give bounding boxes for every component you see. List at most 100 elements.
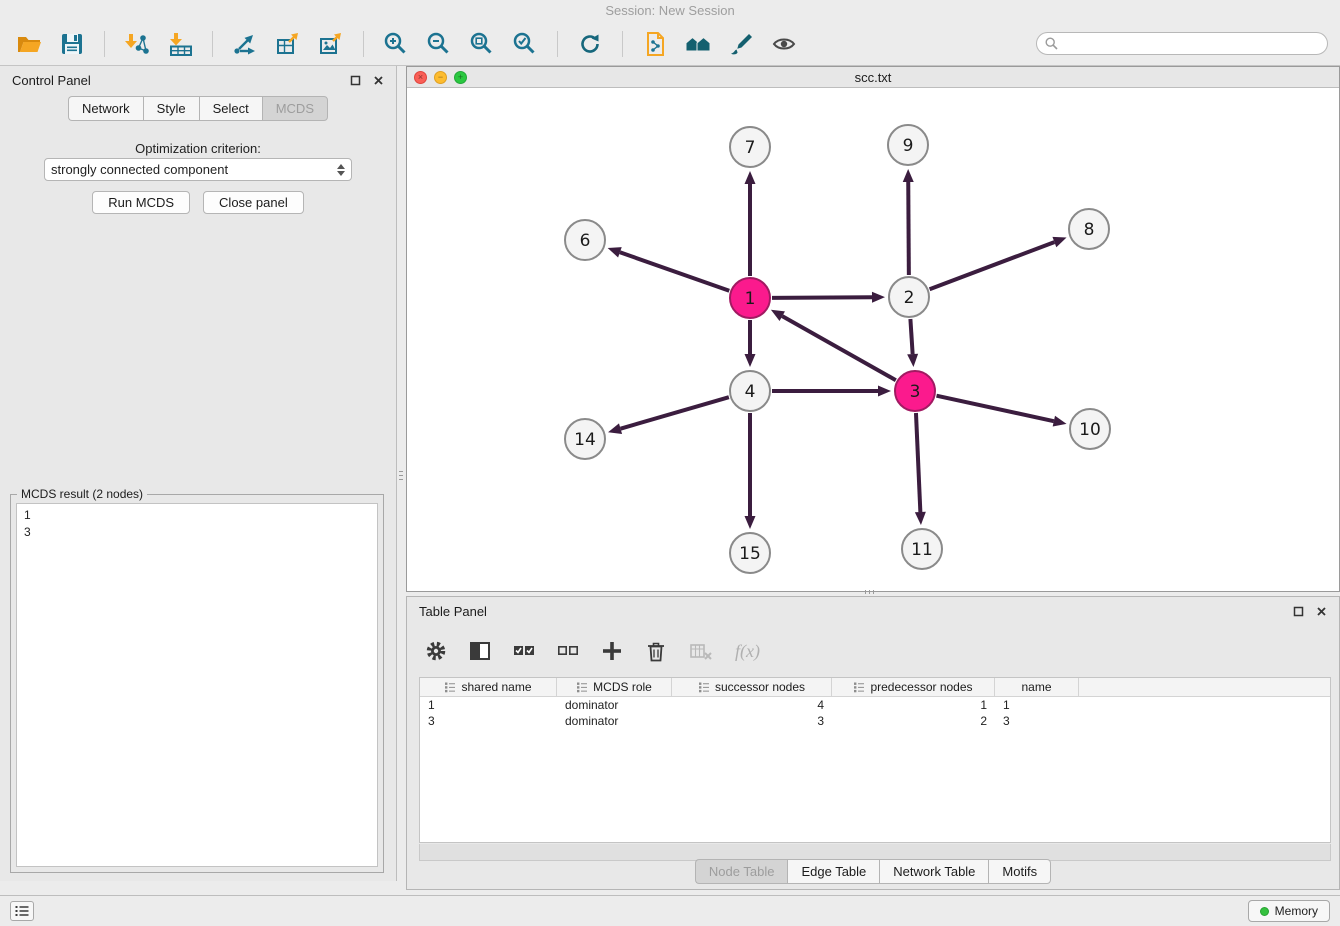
zoom-out-button[interactable] (422, 27, 456, 61)
network-window-titlebar[interactable]: scc.txt × − + (407, 67, 1339, 88)
table-panel-tabs: Node Table Edge Table Network Table Moti… (407, 859, 1339, 884)
float-panel-icon[interactable] (1293, 606, 1304, 617)
criterion-select[interactable]: strongly connected component (44, 158, 352, 181)
create-column-button[interactable] (601, 640, 623, 662)
close-panel-icon[interactable] (1316, 606, 1327, 617)
tab-mcds[interactable]: MCDS (262, 96, 328, 121)
eye-icon (771, 31, 797, 57)
tab-network[interactable]: Network (68, 96, 143, 121)
network-overview-button[interactable] (681, 27, 715, 61)
floppy-save-icon (59, 31, 85, 57)
table-cell[interactable]: 1 (832, 698, 995, 712)
toolbar-separator (557, 31, 558, 57)
graph-edge-1-6[interactable] (620, 252, 729, 290)
tab-select[interactable]: Select (199, 96, 262, 121)
table-cell[interactable]: 3 (672, 714, 832, 728)
window-minimize-button[interactable]: − (434, 71, 447, 84)
zoom-selected-button[interactable] (508, 27, 542, 61)
fx-icon: f(x) (735, 641, 760, 662)
export-table-icon (275, 31, 301, 57)
table-cell[interactable]: 3 (995, 714, 1079, 728)
graph-edge-3-11[interactable] (916, 413, 920, 512)
close-panel-button[interactable]: Close panel (203, 191, 304, 214)
plus-icon (601, 640, 623, 662)
graph-edge-2-3[interactable] (910, 319, 912, 354)
import-table-button[interactable] (163, 27, 197, 61)
table-row[interactable]: 1dominator411 (420, 697, 1330, 713)
table-cell[interactable]: 1 (995, 698, 1079, 712)
hide-graphics-details-button[interactable] (724, 27, 758, 61)
window-close-button[interactable]: × (414, 71, 427, 84)
column-header-successor-nodes[interactable]: successor nodes (672, 678, 832, 696)
table-cell[interactable]: dominator (557, 698, 672, 712)
export-network-button[interactable] (638, 27, 672, 61)
table-cell[interactable]: dominator (557, 714, 672, 728)
zoom-in-button[interactable] (379, 27, 413, 61)
graph-edge-arrowhead (872, 292, 885, 303)
graph-edge-3-10[interactable] (936, 396, 1053, 421)
column-header-mcds-role[interactable]: MCDS role (557, 678, 672, 696)
float-panel-icon[interactable] (350, 75, 361, 86)
task-history-button[interactable] (10, 901, 34, 921)
column-edit-icon (576, 681, 588, 693)
optimization-criterion-label: Optimization criterion: (0, 141, 396, 156)
network-canvas[interactable]: 7968124314101511 (407, 88, 1339, 591)
graph-edge-3-1[interactable] (782, 316, 896, 380)
tab-edge-table[interactable]: Edge Table (787, 859, 879, 884)
column-label: name (1021, 680, 1051, 694)
toolbar-search-field[interactable] (1036, 32, 1328, 55)
import-network-button[interactable] (120, 27, 154, 61)
table-panel: Table Panel (406, 596, 1340, 890)
control-panel-tabs: Network Style Select MCDS (0, 96, 396, 121)
table-cell[interactable]: 4 (672, 698, 832, 712)
search-icon (1045, 37, 1058, 50)
column-label: shared name (461, 680, 531, 694)
graph-edge-1-2[interactable] (772, 297, 872, 298)
node-table: shared name MCDS role successor nodes (419, 677, 1331, 843)
export-image-button[interactable] (314, 27, 348, 61)
table-row[interactable]: 3dominator323 (420, 713, 1330, 729)
control-panel: Control Panel Network Style Select MCDS … (0, 66, 397, 881)
select-stepper-icon (331, 164, 345, 176)
table-cell[interactable]: 1 (420, 698, 557, 712)
show-graphics-details-button[interactable] (767, 27, 801, 61)
tab-node-table[interactable]: Node Table (695, 859, 788, 884)
graph-edge-2-8[interactable] (930, 242, 1055, 289)
mcds-result-list[interactable]: 1 3 (16, 503, 378, 867)
delete-table-button[interactable] (689, 640, 713, 662)
graph-edge-arrowhead (903, 169, 914, 182)
column-header-shared-name[interactable]: shared name (420, 678, 557, 696)
tab-style[interactable]: Style (143, 96, 199, 121)
show-columns-button[interactable] (469, 640, 491, 662)
tab-motifs[interactable]: Motifs (988, 859, 1051, 884)
column-header-predecessor-nodes[interactable]: predecessor nodes (832, 678, 995, 696)
graph-edge-4-14[interactable] (621, 397, 729, 429)
save-session-button[interactable] (55, 27, 89, 61)
column-header-name[interactable]: name (995, 678, 1079, 696)
table-settings-button[interactable] (425, 640, 447, 662)
open-file-button[interactable] (12, 27, 46, 61)
horizontal-splitter-handle[interactable] (856, 589, 882, 595)
memory-button[interactable]: Memory (1248, 900, 1330, 922)
task-list-icon (15, 905, 29, 917)
apply-layout-button[interactable] (573, 27, 607, 61)
graph-edge-arrowhead (915, 512, 926, 525)
new-network-from-selection-button[interactable] (228, 27, 262, 61)
tab-network-table[interactable]: Network Table (879, 859, 988, 884)
function-builder-button[interactable]: f(x) (735, 641, 760, 662)
control-panel-header: Control Panel (0, 66, 396, 94)
table-cell[interactable]: 2 (832, 714, 995, 728)
deselect-all-columns-button[interactable] (557, 640, 579, 662)
delete-column-button[interactable] (645, 640, 667, 662)
run-mcds-button[interactable]: Run MCDS (92, 191, 190, 214)
export-table-button[interactable] (271, 27, 305, 61)
table-cell[interactable]: 3 (420, 714, 557, 728)
window-zoom-button[interactable]: + (454, 71, 467, 84)
table-panel-title: Table Panel (419, 604, 487, 619)
select-all-columns-button[interactable] (513, 640, 535, 662)
zoom-fit-button[interactable] (465, 27, 499, 61)
graph-edge-2-9[interactable] (908, 182, 909, 275)
search-input[interactable] (1063, 37, 1319, 51)
vertical-splitter-handle[interactable] (398, 462, 404, 488)
close-panel-icon[interactable] (373, 75, 384, 86)
